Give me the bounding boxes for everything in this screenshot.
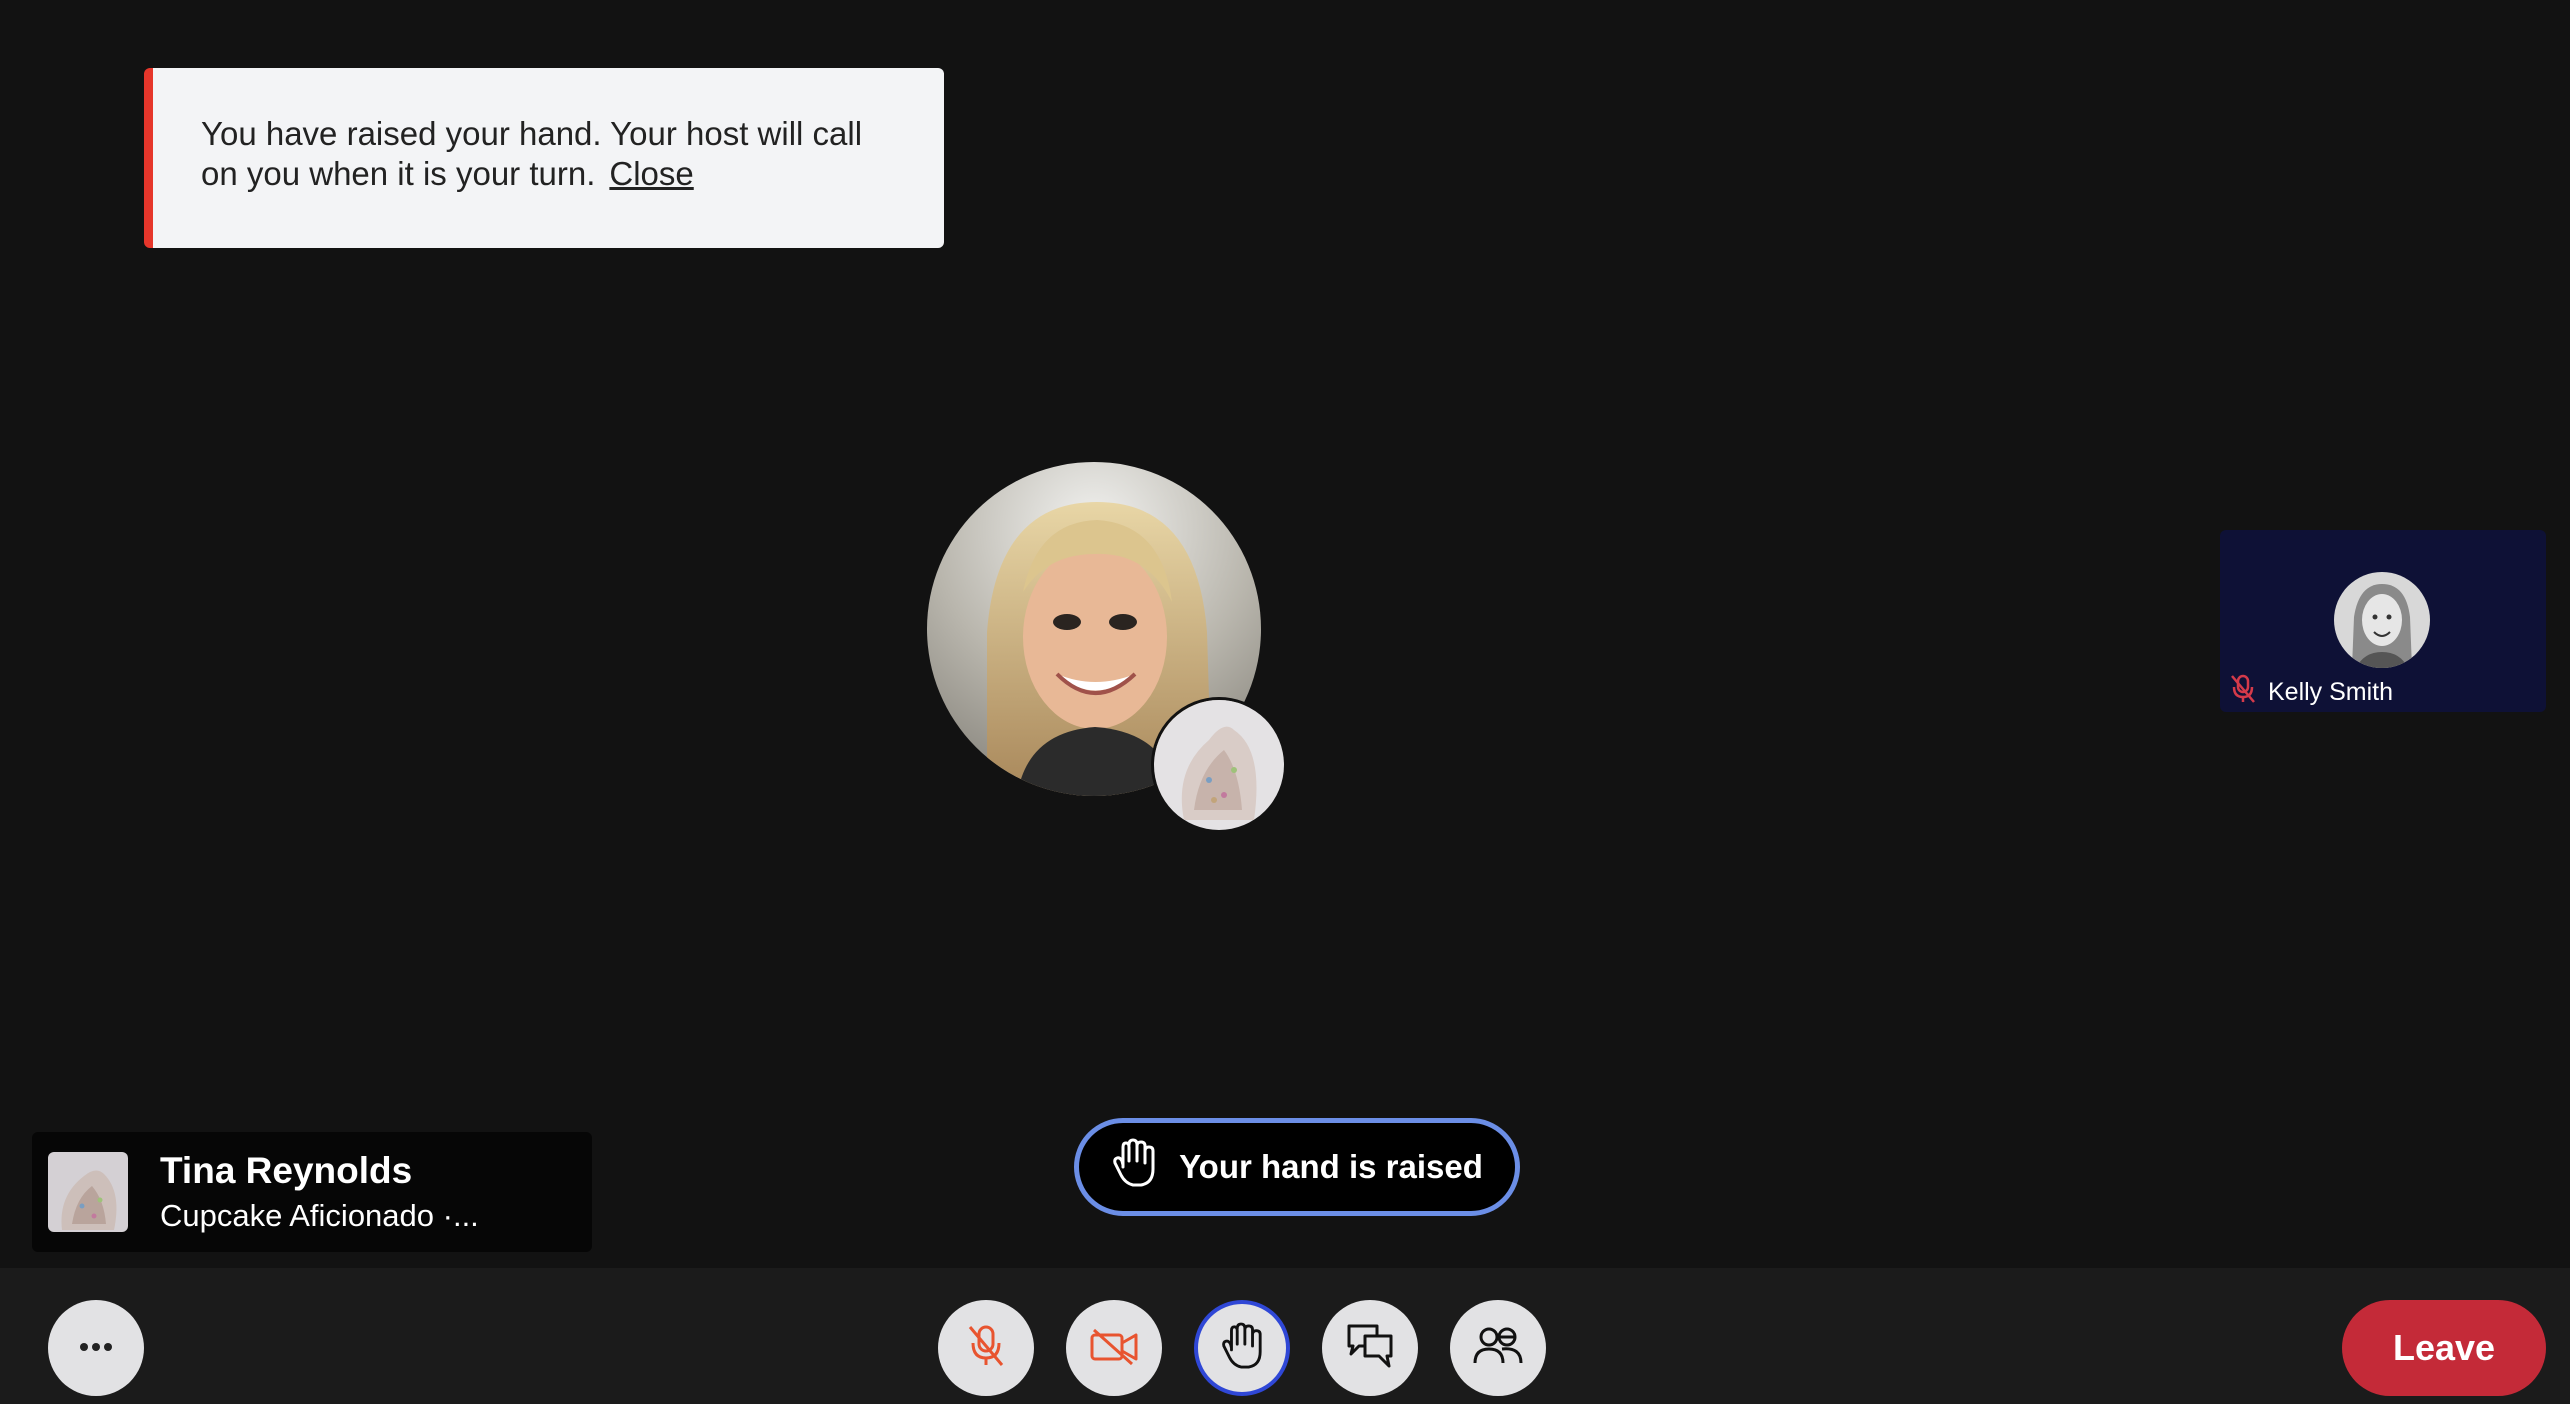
- hand-raised-indicator[interactable]: Your hand is raised: [1074, 1118, 1520, 1216]
- meeting-stage: You have raised your hand. Your host wil…: [0, 0, 2570, 1404]
- more-options-icon: [78, 1339, 114, 1357]
- chat-icon: [1345, 1322, 1395, 1375]
- participants-button[interactable]: [1450, 1300, 1546, 1396]
- self-participant-tile: Tina Reynolds Cupcake Aficionado ·...: [32, 1132, 592, 1252]
- leave-button[interactable]: Leave: [2342, 1300, 2546, 1396]
- mic-off-icon: [966, 1323, 1006, 1374]
- hand-raised-label: Your hand is raised: [1179, 1148, 1483, 1185]
- notification-close-link[interactable]: Close: [609, 155, 693, 192]
- participant-avatar: [2334, 572, 2430, 668]
- raised-hand-icon: [1111, 1137, 1157, 1197]
- more-options-button[interactable]: [48, 1300, 144, 1396]
- notification-message: You have raised your hand. Your host wil…: [201, 115, 863, 192]
- cupcake-avatar: [1151, 697, 1287, 833]
- mic-toggle-button[interactable]: [938, 1300, 1034, 1396]
- camera-toggle-button[interactable]: [1066, 1300, 1162, 1396]
- self-name: Tina Reynolds: [160, 1150, 413, 1191]
- participant-name: Kelly Smith: [2268, 678, 2394, 706]
- participant-name-row: Kelly Smith: [2230, 674, 2393, 711]
- hand-raised-notification: You have raised your hand. Your host wil…: [144, 68, 944, 248]
- raise-hand-button[interactable]: [1194, 1300, 1290, 1396]
- mic-off-icon: [2230, 674, 2256, 711]
- raised-hand-icon: [1220, 1321, 1264, 1376]
- chat-button[interactable]: [1322, 1300, 1418, 1396]
- self-subtitle: Cupcake Aficionado ·...: [160, 1198, 479, 1233]
- video-off-icon: [1088, 1326, 1140, 1371]
- people-icon: [1472, 1325, 1524, 1372]
- bottom-toolbar: Leave: [0, 1268, 2570, 1404]
- participant-tile[interactable]: Kelly Smith: [2220, 530, 2546, 712]
- self-avatar: [48, 1152, 128, 1232]
